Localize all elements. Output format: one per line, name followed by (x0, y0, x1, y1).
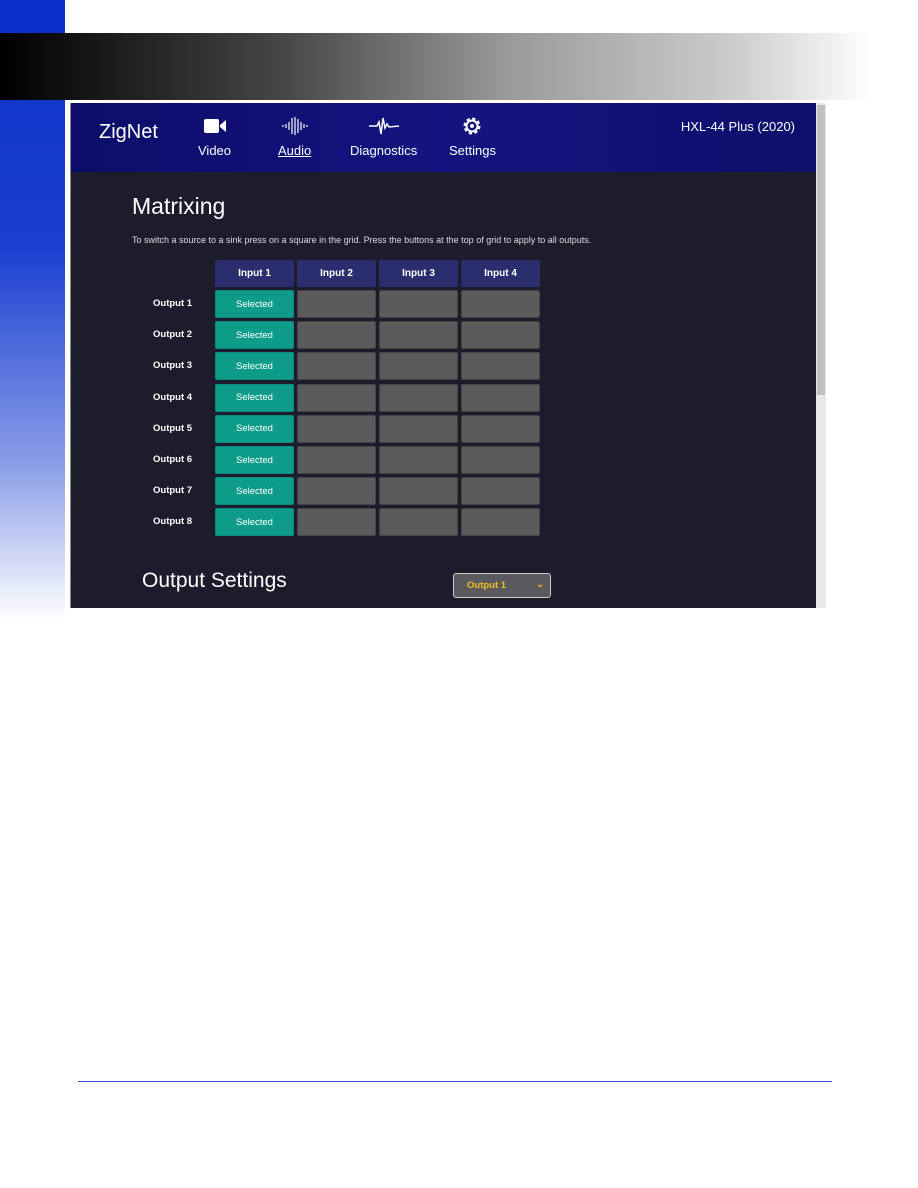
matrix-cell[interactable] (297, 383, 376, 412)
matrix-cell[interactable] (379, 290, 458, 318)
nav-label: Settings (449, 143, 496, 158)
output-label: Output 4 (153, 391, 193, 403)
matrix-cell[interactable] (461, 383, 540, 412)
input-header-3[interactable]: Input 3 (379, 260, 458, 287)
matrix-cell[interactable]: Selected (215, 383, 294, 412)
matrix-cell[interactable]: Selected (215, 446, 294, 474)
matrix-cell[interactable] (461, 414, 540, 443)
matrix-cell[interactable] (379, 321, 458, 350)
matrix-cell[interactable]: Selected (215, 508, 294, 537)
chevron-down-icon: ⌄ (536, 579, 544, 589)
matrix-cell[interactable] (461, 290, 540, 318)
nav-label: Diagnostics (350, 143, 418, 158)
scrollbar[interactable] (816, 103, 826, 608)
nav-settings[interactable]: Settings (449, 115, 496, 158)
matrix-cell[interactable]: Selected (215, 352, 294, 381)
input-header-1[interactable]: Input 1 (215, 260, 294, 287)
device-name: HXL-44 Plus (2020) (680, 119, 795, 134)
page-header-band (0, 33, 918, 100)
input-header-4[interactable]: Input 4 (461, 260, 540, 287)
footer-rule (78, 1081, 832, 1082)
output-label: Output 8 (153, 516, 193, 528)
matrix-cell[interactable] (297, 321, 376, 350)
matrix-cell[interactable] (297, 290, 376, 318)
gear-icon (463, 117, 481, 135)
instructions: To switch a source to a sink press on a … (132, 235, 592, 245)
output-label: Output 5 (153, 422, 193, 434)
app-screenshot: ZigNet Video Audio Diagnostics Settings … (70, 103, 826, 608)
matrix-cell[interactable] (379, 352, 458, 381)
audio-wave-icon (282, 117, 308, 135)
matrix-cell[interactable] (297, 508, 376, 537)
output-label: Output 6 (153, 454, 193, 465)
matrix-cell[interactable] (379, 477, 458, 506)
matrix-cell[interactable] (297, 414, 376, 443)
matrix-cell[interactable] (379, 383, 458, 412)
output-settings-title: Output Settings (142, 569, 287, 592)
matrix-cell[interactable] (461, 352, 540, 381)
output-label: Output 3 (153, 360, 193, 372)
matrix-cell[interactable]: Selected (215, 414, 294, 443)
nav-label: Audio (278, 143, 312, 158)
nav-video[interactable]: Video (198, 115, 231, 158)
nav-label: Video (198, 143, 232, 158)
matrix-cell[interactable] (461, 508, 540, 537)
matrix-cell[interactable] (297, 477, 376, 506)
output-label: Output 1 (153, 298, 193, 309)
matrix-cell[interactable] (379, 508, 458, 537)
logo: ZigNet (99, 121, 158, 143)
nav-audio[interactable]: Audio (278, 115, 311, 158)
top-nav: ZigNet Video Audio Diagnostics Settings … (71, 103, 817, 172)
output-label: Output 2 (153, 329, 193, 341)
matrix-cell[interactable] (461, 477, 540, 506)
page-title: Matrixing (132, 193, 226, 219)
matrix-cell[interactable] (379, 414, 458, 443)
output-select[interactable]: Output 1 ⌄ (453, 573, 551, 598)
matrix-cell[interactable]: Selected (215, 321, 294, 350)
matrix-cell[interactable]: Selected (215, 477, 294, 506)
input-header-2[interactable]: Input 2 (297, 260, 376, 287)
nav-diagnostics[interactable]: Diagnostics (350, 115, 417, 158)
matrix-cell[interactable] (461, 446, 540, 474)
matrix-cell[interactable] (297, 352, 376, 381)
matrix-cell[interactable] (297, 446, 376, 474)
video-camera-icon (203, 119, 226, 133)
output-select-value: Output 1 (467, 580, 507, 591)
matrix-cell[interactable] (461, 321, 540, 350)
scrollbar-thumb[interactable] (817, 105, 825, 395)
matrix-cell[interactable]: Selected (215, 290, 294, 318)
matrix-cell[interactable] (379, 446, 458, 474)
output-label: Output 7 (153, 485, 193, 497)
heartbeat-icon (368, 117, 399, 135)
